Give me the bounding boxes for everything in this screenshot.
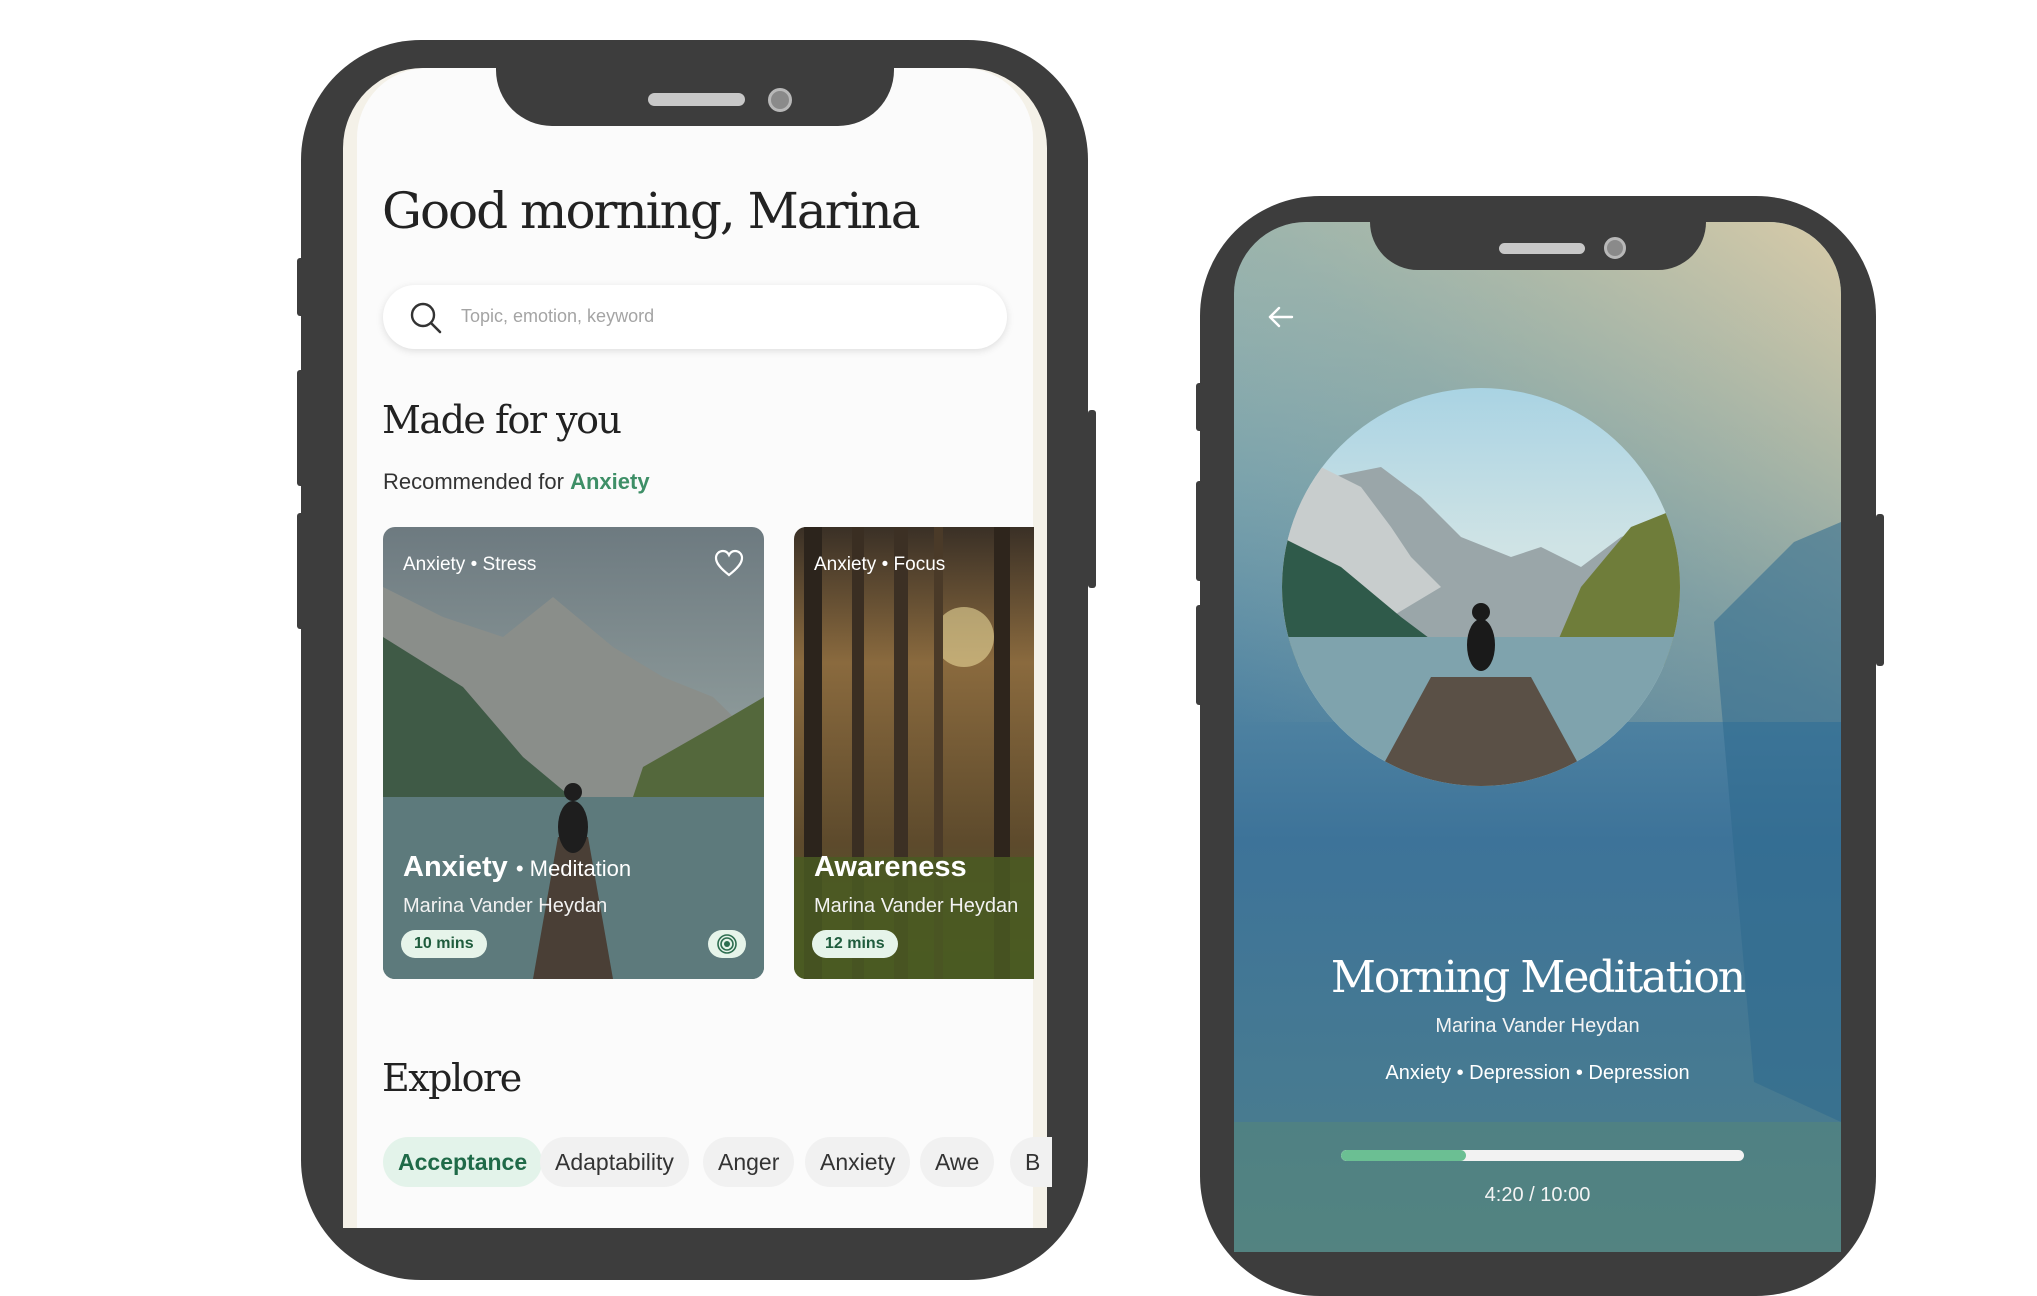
chip-b[interactable]: B xyxy=(1010,1137,1052,1187)
card-author: Marina Vander Heydan xyxy=(814,895,1019,917)
camera xyxy=(768,88,792,112)
volume-up-button xyxy=(1196,481,1204,581)
explore-heading: Explore xyxy=(382,1056,522,1100)
volume-down-button xyxy=(297,513,305,629)
camera xyxy=(1604,237,1626,259)
search-input[interactable]: Topic, emotion, keyword xyxy=(383,285,1007,349)
recommended-topic-link[interactable]: Anxiety xyxy=(570,469,649,494)
duration-badge: 12 mins xyxy=(812,930,898,958)
power-button xyxy=(1876,514,1884,666)
player-time: 4:20 / 10:00 xyxy=(1484,1184,1591,1206)
chip-anger[interactable]: Anger xyxy=(703,1137,795,1187)
session-card-awareness[interactable]: Anxiety • Focus Awareness Marina Vander … xyxy=(794,527,1034,979)
card-subtitle: • Meditation xyxy=(515,856,632,881)
player-tags: Anxiety • Depression • Depression xyxy=(1385,1062,1690,1084)
recommended-label: Recommended for Anxiety xyxy=(383,469,650,495)
heart-icon[interactable] xyxy=(714,549,744,577)
target-icon xyxy=(708,930,746,958)
chip-acceptance[interactable]: Acceptance xyxy=(383,1137,543,1187)
volume-up-button xyxy=(297,370,305,486)
player-title: Morning Meditation xyxy=(1330,952,1746,1003)
session-artwork xyxy=(1282,388,1680,786)
card-title: Anxiety • Meditation xyxy=(403,851,631,884)
card-tags: Anxiety • Focus xyxy=(814,554,946,575)
mute-button xyxy=(1196,383,1204,431)
made-for-you-heading: Made for you xyxy=(382,398,622,442)
chip-awe[interactable]: Awe xyxy=(920,1137,995,1187)
player-author: Marina Vander Heydan xyxy=(1435,1015,1640,1037)
power-button xyxy=(1088,410,1096,588)
card-title: Awareness xyxy=(814,851,967,883)
search-icon xyxy=(410,302,442,334)
card-title-text: Anxiety xyxy=(403,851,508,883)
speaker xyxy=(648,93,745,106)
progress-fill xyxy=(1341,1150,1466,1161)
search-placeholder: Topic, emotion, keyword xyxy=(461,306,655,326)
card-author: Marina Vander Heydan xyxy=(403,895,608,917)
mute-button xyxy=(297,258,305,316)
chip-anxiety[interactable]: Anxiety xyxy=(805,1137,911,1187)
card-tags: Anxiety • Stress xyxy=(403,554,537,575)
arrow-left-icon[interactable] xyxy=(1266,305,1296,329)
duration-badge: 10 mins xyxy=(401,930,487,958)
speaker xyxy=(1499,243,1585,254)
greeting-heading: Good morning, Marina xyxy=(382,182,921,240)
session-card-anxiety[interactable]: Anxiety • Stress Anxiety • Meditation Ma… xyxy=(383,527,764,979)
chip-adaptability[interactable]: Adaptability xyxy=(540,1137,689,1187)
playback-progress-bar[interactable] xyxy=(1341,1150,1744,1161)
volume-down-button xyxy=(1196,605,1204,705)
recommended-prefix: Recommended for xyxy=(383,469,564,494)
player-screen: Morning Meditation Marina Vander Heydan … xyxy=(1234,222,1841,1252)
